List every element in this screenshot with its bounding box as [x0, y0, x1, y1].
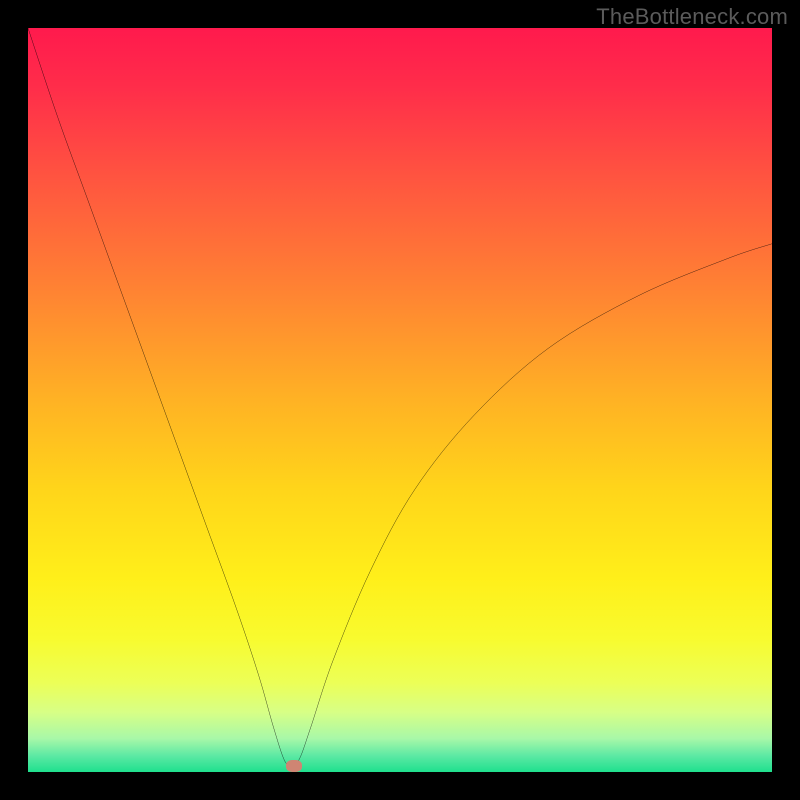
bottleneck-curve	[28, 28, 772, 772]
plot-area	[28, 28, 772, 772]
chart-frame: TheBottleneck.com	[0, 0, 800, 800]
optimal-marker	[286, 760, 302, 772]
watermark-label: TheBottleneck.com	[596, 4, 788, 30]
